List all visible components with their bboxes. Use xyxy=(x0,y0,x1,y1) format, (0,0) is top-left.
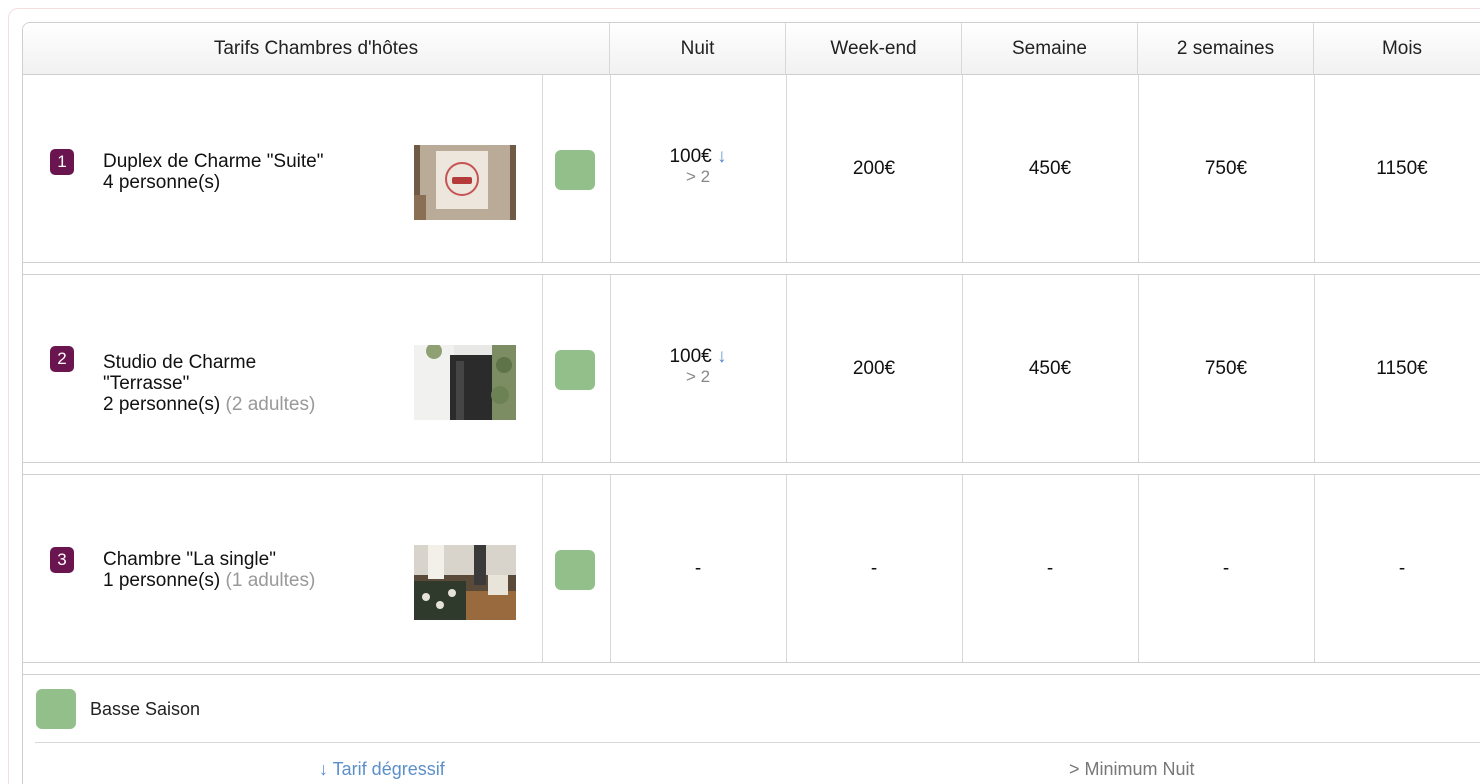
table-row: 2 Studio de Charme "Terrasse" 2 personne… xyxy=(23,275,595,462)
column-divider xyxy=(610,275,611,462)
table-header: Tarifs Chambres d'hôtes Nuit Week-end Se… xyxy=(23,23,1480,75)
room-capacity: 2 personne(s) (2 adultes) xyxy=(103,394,316,415)
room-number-badge: 2 xyxy=(50,346,74,372)
week-price: 450€ xyxy=(1028,157,1072,179)
room-name[interactable]: Duplex de Charme "Suite" xyxy=(103,151,403,172)
minimum-nights: > 2 xyxy=(685,367,711,386)
column-divider xyxy=(542,275,543,462)
legend-season-swatch xyxy=(36,689,76,729)
night-price: - xyxy=(694,557,702,579)
night-price: 100€ xyxy=(669,146,712,167)
room-number-badge: 3 xyxy=(50,547,74,573)
row-divider xyxy=(23,462,1480,463)
legend-season-label: Basse Saison xyxy=(90,699,201,719)
column-divider xyxy=(542,475,543,662)
room-photo[interactable] xyxy=(414,545,516,620)
table-row: 1 Duplex de Charme "Suite" 4 personne(s) xyxy=(23,75,595,262)
two-weeks-price: 750€ xyxy=(1204,357,1248,379)
season-indicator xyxy=(555,150,595,190)
two-weeks-price: 750€ xyxy=(1204,157,1248,179)
header-col-week: Semaine xyxy=(962,23,1138,75)
row-divider xyxy=(23,674,1480,675)
week-price: - xyxy=(1046,557,1054,579)
header-col-night: Nuit xyxy=(610,23,786,75)
column-divider xyxy=(542,75,543,262)
month-price: 1150€ xyxy=(1376,357,1428,379)
minimum-nights: > 2 xyxy=(685,167,711,186)
room-adults: (2 adultes) xyxy=(225,394,316,415)
room-name[interactable]: Studio de Charme "Terrasse" xyxy=(103,352,343,394)
season-indicator xyxy=(555,350,595,390)
night-price-cell: 100€ ↓ > 2 xyxy=(612,147,784,187)
legend-divider xyxy=(35,742,1480,743)
room-name[interactable]: Chambre "La single" xyxy=(103,549,403,570)
room-photo[interactable] xyxy=(414,145,516,220)
row-divider xyxy=(23,662,1480,663)
room-adults: (1 adultes) xyxy=(225,570,316,591)
room-capacity: 4 personne(s) xyxy=(103,172,221,193)
weekend-price: 200€ xyxy=(852,157,896,179)
degressive-arrow-icon: ↓ xyxy=(717,346,727,367)
header-col-weekend: Week-end xyxy=(786,23,962,75)
column-divider xyxy=(610,75,611,262)
degressive-arrow-icon: ↓ xyxy=(717,146,727,167)
legend-minimum-nights: > Minimum Nuit xyxy=(1069,759,1195,779)
header-title: Tarifs Chambres d'hôtes xyxy=(23,23,610,75)
weekend-price: - xyxy=(870,557,878,579)
night-price-cell: 100€ ↓ > 2 xyxy=(612,347,784,387)
two-weeks-price: - xyxy=(1222,557,1230,579)
room-photo[interactable] xyxy=(414,345,516,420)
season-indicator xyxy=(555,550,595,590)
header-col-month: Mois xyxy=(1381,38,1423,59)
row-divider xyxy=(23,262,1480,263)
header-col-two-weeks: 2 semaines xyxy=(1138,23,1314,75)
month-price: 1150€ xyxy=(1376,157,1428,179)
table-row: 3 Chambre "La single" 1 personne(s) (1 a… xyxy=(23,475,595,662)
month-price: - xyxy=(1398,557,1406,579)
night-price: 100€ xyxy=(669,346,712,367)
week-price: 450€ xyxy=(1028,357,1072,379)
rates-table: Tarifs Chambres d'hôtes Nuit Week-end Se… xyxy=(22,22,1480,784)
legend-degressive: ↓ Tarif dégressif xyxy=(319,759,445,779)
room-capacity: 1 personne(s) (1 adultes) xyxy=(103,570,316,591)
room-number-badge: 1 xyxy=(50,149,74,175)
weekend-price: 200€ xyxy=(852,357,896,379)
